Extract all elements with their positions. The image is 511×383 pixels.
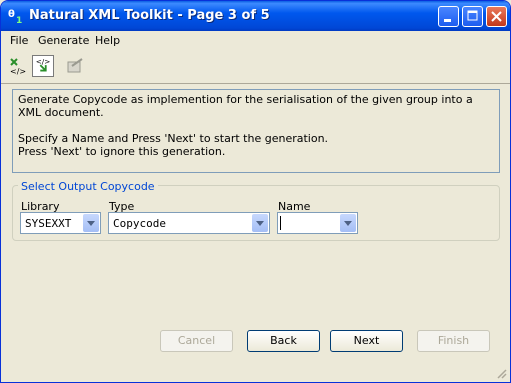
toolbar: </> </> <box>1 51 510 81</box>
generate-copycode-icon[interactable]: </> <box>32 55 54 77</box>
minimize-icon <box>444 19 451 22</box>
library-value: SYSEXXT <box>25 217 72 230</box>
group-title: Select Output Copycode <box>18 180 158 193</box>
cancel-button[interactable]: Cancel <box>160 330 233 352</box>
type-select[interactable]: Copycode <box>108 212 270 234</box>
menu-file[interactable]: File <box>10 34 28 47</box>
finish-button[interactable]: Finish <box>417 330 490 352</box>
title-bar[interactable]: θ 1 Natural XML Toolkit - Page 3 of 5 <box>1 1 510 31</box>
svg-text:</>: </> <box>10 67 26 76</box>
description-line-1: Generate Copycode as implemention for th… <box>18 93 473 119</box>
wizard-window: θ 1 Natural XML Toolkit - Page 3 of 5 Fi… <box>0 0 511 383</box>
minimize-button[interactable] <box>438 6 459 27</box>
app-icon: θ 1 <box>8 9 22 25</box>
svg-text:1: 1 <box>16 16 22 25</box>
svg-text:</>: </> <box>36 57 51 66</box>
edit-icon[interactable] <box>64 55 86 77</box>
toolbar-separator <box>1 83 510 84</box>
xml-structure-icon[interactable]: </> <box>7 55 29 77</box>
type-value: Copycode <box>113 217 166 230</box>
chevron-down-icon[interactable] <box>340 214 356 232</box>
text-caret <box>280 216 281 230</box>
library-select[interactable]: SYSEXXT <box>20 212 101 234</box>
chevron-down-icon[interactable] <box>252 214 268 232</box>
resize-grip-icon[interactable] <box>495 367 507 379</box>
close-button[interactable] <box>486 6 507 27</box>
description-line-2: Specify a Name and Press 'Next' to start… <box>18 132 329 145</box>
menu-generate[interactable]: Generate <box>38 34 89 47</box>
maximize-icon <box>467 10 478 21</box>
menu-bar: File Generate Help <box>1 31 510 49</box>
menu-help[interactable]: Help <box>95 34 120 47</box>
close-icon <box>491 11 502 22</box>
back-button[interactable]: Back <box>247 330 320 352</box>
chevron-down-icon[interactable] <box>83 214 99 232</box>
name-combo[interactable] <box>277 212 358 234</box>
description-line-3: Press 'Next' to ignore this generation. <box>18 145 226 158</box>
description-panel: Generate Copycode as implemention for th… <box>12 89 500 173</box>
maximize-button[interactable] <box>462 6 483 27</box>
next-button[interactable]: Next <box>330 330 403 352</box>
svg-text:θ: θ <box>8 9 15 20</box>
window-title: Natural XML Toolkit - Page 3 of 5 <box>29 8 270 23</box>
